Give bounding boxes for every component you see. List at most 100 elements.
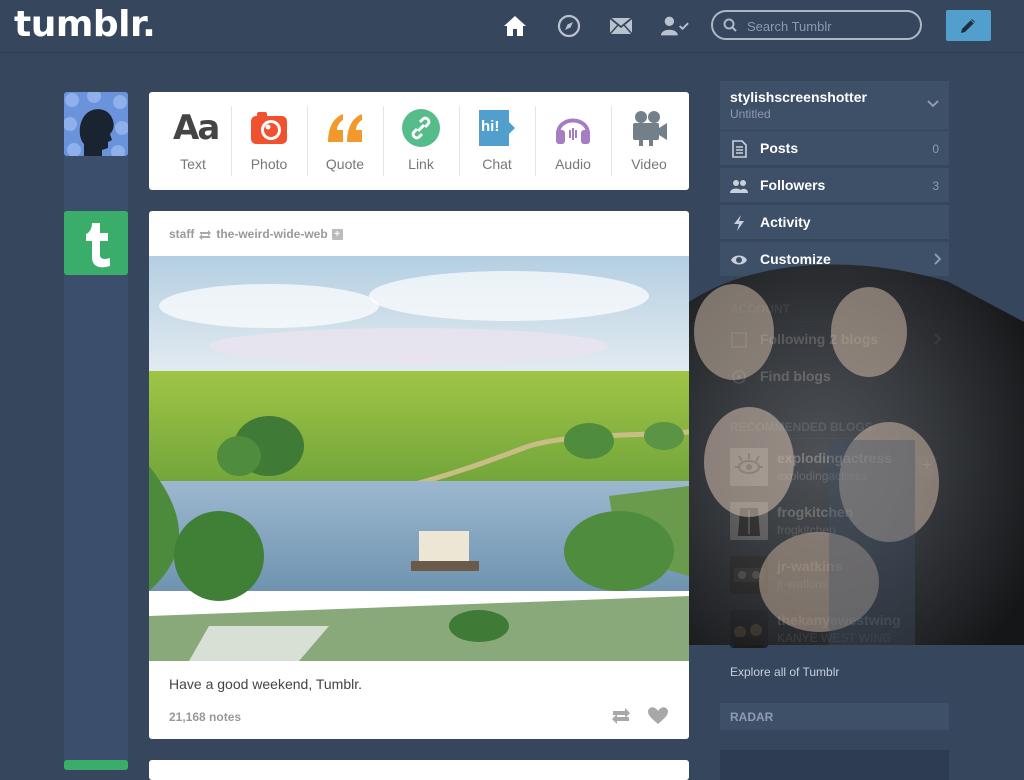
chat-glyph: hi!	[481, 118, 500, 135]
reblog-icon[interactable]	[610, 706, 632, 726]
recommended-heading: RECOMMENDED BLOGS	[730, 420, 873, 434]
recommended-blog[interactable]: explodingactress explodingactress +	[720, 440, 949, 494]
followers-icon	[730, 180, 748, 193]
blog-name: explodingactress	[777, 450, 893, 466]
sidebar-item-following[interactable]: Following 2 blogs	[720, 322, 949, 357]
sidebar-item-followers[interactable]: Followers 3	[720, 167, 949, 202]
post-author[interactable]: staff	[169, 227, 194, 241]
post-type-label: Chat	[482, 156, 512, 172]
sidebar-item-label: Find blogs	[760, 368, 831, 384]
blog-subtitle: KANYE WEST WING	[777, 631, 892, 645]
chat-icon: hi!	[477, 108, 517, 148]
post-notes[interactable]: 21,168 notes	[169, 710, 241, 724]
sidebar-item-label: Followers	[760, 177, 826, 193]
post-type-video[interactable]: Video	[611, 92, 687, 190]
post-type-bar: Aa Text Photo Quote Link hi! Chat Audio …	[149, 92, 689, 190]
account-heading: ACCOUNT	[730, 302, 790, 316]
recommended-blog[interactable]: jr-watkins jr-watkins	[720, 548, 949, 602]
headphones-icon	[556, 118, 590, 144]
post-type-label: Photo	[250, 156, 288, 172]
sidebar-item-label: Activity	[760, 214, 811, 230]
post-type-label: Video	[631, 156, 667, 172]
sidebar-item-count: 0	[932, 142, 939, 156]
post-header: staff the-weird-wide-web +	[169, 227, 343, 241]
link-icon	[402, 109, 440, 147]
sidebar-item-find-blogs[interactable]: Find blogs	[720, 359, 949, 394]
lightning-icon	[734, 215, 744, 231]
post-type-label: Audio	[555, 156, 591, 172]
sidebar-item-posts[interactable]: Posts 0	[720, 130, 949, 165]
blog-subtitle: jr-watkins	[777, 577, 828, 591]
home-icon[interactable]	[502, 13, 530, 41]
sidebar-item-customize[interactable]: Customize	[720, 241, 949, 276]
dashboard-post: staff the-weird-wide-web + Have a good wee…	[149, 211, 689, 739]
blog-subtitle: explodingactress	[777, 469, 868, 483]
radar-section: RADAR	[720, 703, 949, 730]
blog-switcher[interactable]: stylishscreenshotter Untitled	[720, 81, 949, 130]
blog-name: thekanyewestwing	[777, 612, 901, 628]
following-icon	[731, 332, 747, 348]
chevron-right-icon	[934, 253, 941, 265]
post-type-quote[interactable]: Quote	[307, 92, 383, 190]
post-type-label: Text	[180, 156, 206, 172]
blog-name: frogkitchen	[777, 504, 854, 520]
heart-icon[interactable]	[647, 706, 669, 726]
blog-title: Untitled	[730, 107, 771, 121]
sidebar-item-label: Customize	[760, 251, 831, 267]
blog-avatar	[730, 502, 768, 540]
post-photo[interactable]	[149, 256, 689, 661]
eye-icon	[731, 255, 747, 265]
quote-icon	[328, 114, 362, 142]
tumblr-logo[interactable]: tumblr.	[14, 4, 156, 45]
sidebar-item-label: Following 2 blogs	[760, 331, 879, 347]
reblog-small-icon	[199, 229, 212, 240]
follow-plus-icon[interactable]: +	[331, 229, 343, 241]
sidebar-item-count: 3	[932, 179, 939, 193]
post-type-text[interactable]: Aa Text	[155, 92, 231, 190]
sidebar-item-activity[interactable]: Activity	[720, 204, 949, 239]
camera-icon	[251, 112, 287, 144]
explore-link[interactable]: Explore all of Tumblr	[730, 665, 839, 679]
dashboard-rail	[64, 156, 128, 211]
next-post-avatar[interactable]	[64, 760, 128, 770]
next-post	[149, 760, 689, 780]
find-blogs-icon	[732, 370, 746, 384]
header: tumblr.	[0, 0, 1024, 53]
text-icon: Aa	[173, 108, 220, 148]
post-caption: Have a good weekend, Tumblr.	[169, 676, 363, 692]
search-box[interactable]	[711, 10, 922, 40]
compass-icon[interactable]	[556, 13, 584, 41]
post-type-label: Link	[408, 156, 434, 172]
search-input[interactable]	[745, 16, 919, 36]
posts-icon	[732, 140, 747, 158]
radar-heading: RADAR	[730, 710, 774, 724]
video-camera-icon	[633, 111, 667, 146]
compose-button[interactable]	[946, 10, 991, 41]
user-avatar[interactable]	[64, 92, 128, 156]
pencil-icon	[961, 19, 975, 33]
post-type-photo[interactable]: Photo	[231, 92, 307, 190]
follow-button[interactable]: +	[917, 456, 937, 476]
recommended-blog[interactable]: thekanyewestwing KANYE WEST WING	[720, 602, 949, 656]
blog-avatar	[730, 556, 768, 594]
divider	[720, 438, 949, 439]
account-icon[interactable]	[660, 13, 692, 41]
blog-avatar	[730, 610, 768, 648]
search-icon	[723, 18, 737, 32]
reblogged-from[interactable]: the-weird-wide-web	[216, 227, 327, 241]
blog-name: stylishscreenshotter	[730, 89, 867, 105]
post-type-audio[interactable]: Audio	[535, 92, 611, 190]
post-type-link[interactable]: Link	[383, 92, 459, 190]
chevron-down-icon	[927, 100, 939, 108]
mail-icon[interactable]	[608, 13, 636, 41]
blog-name: jr-watkins	[777, 558, 843, 574]
radar-content[interactable]	[720, 750, 949, 780]
recommended-blog[interactable]: frogkitchen frogkitchen	[720, 494, 949, 548]
post-type-chat[interactable]: hi! Chat	[459, 92, 535, 190]
sidebar-item-label: Posts	[760, 140, 799, 156]
staff-avatar[interactable]	[64, 211, 128, 275]
blog-subtitle: frogkitchen	[777, 523, 836, 537]
dashboard-rail	[64, 275, 128, 768]
blog-avatar	[730, 448, 768, 486]
post-type-label: Quote	[325, 156, 365, 172]
